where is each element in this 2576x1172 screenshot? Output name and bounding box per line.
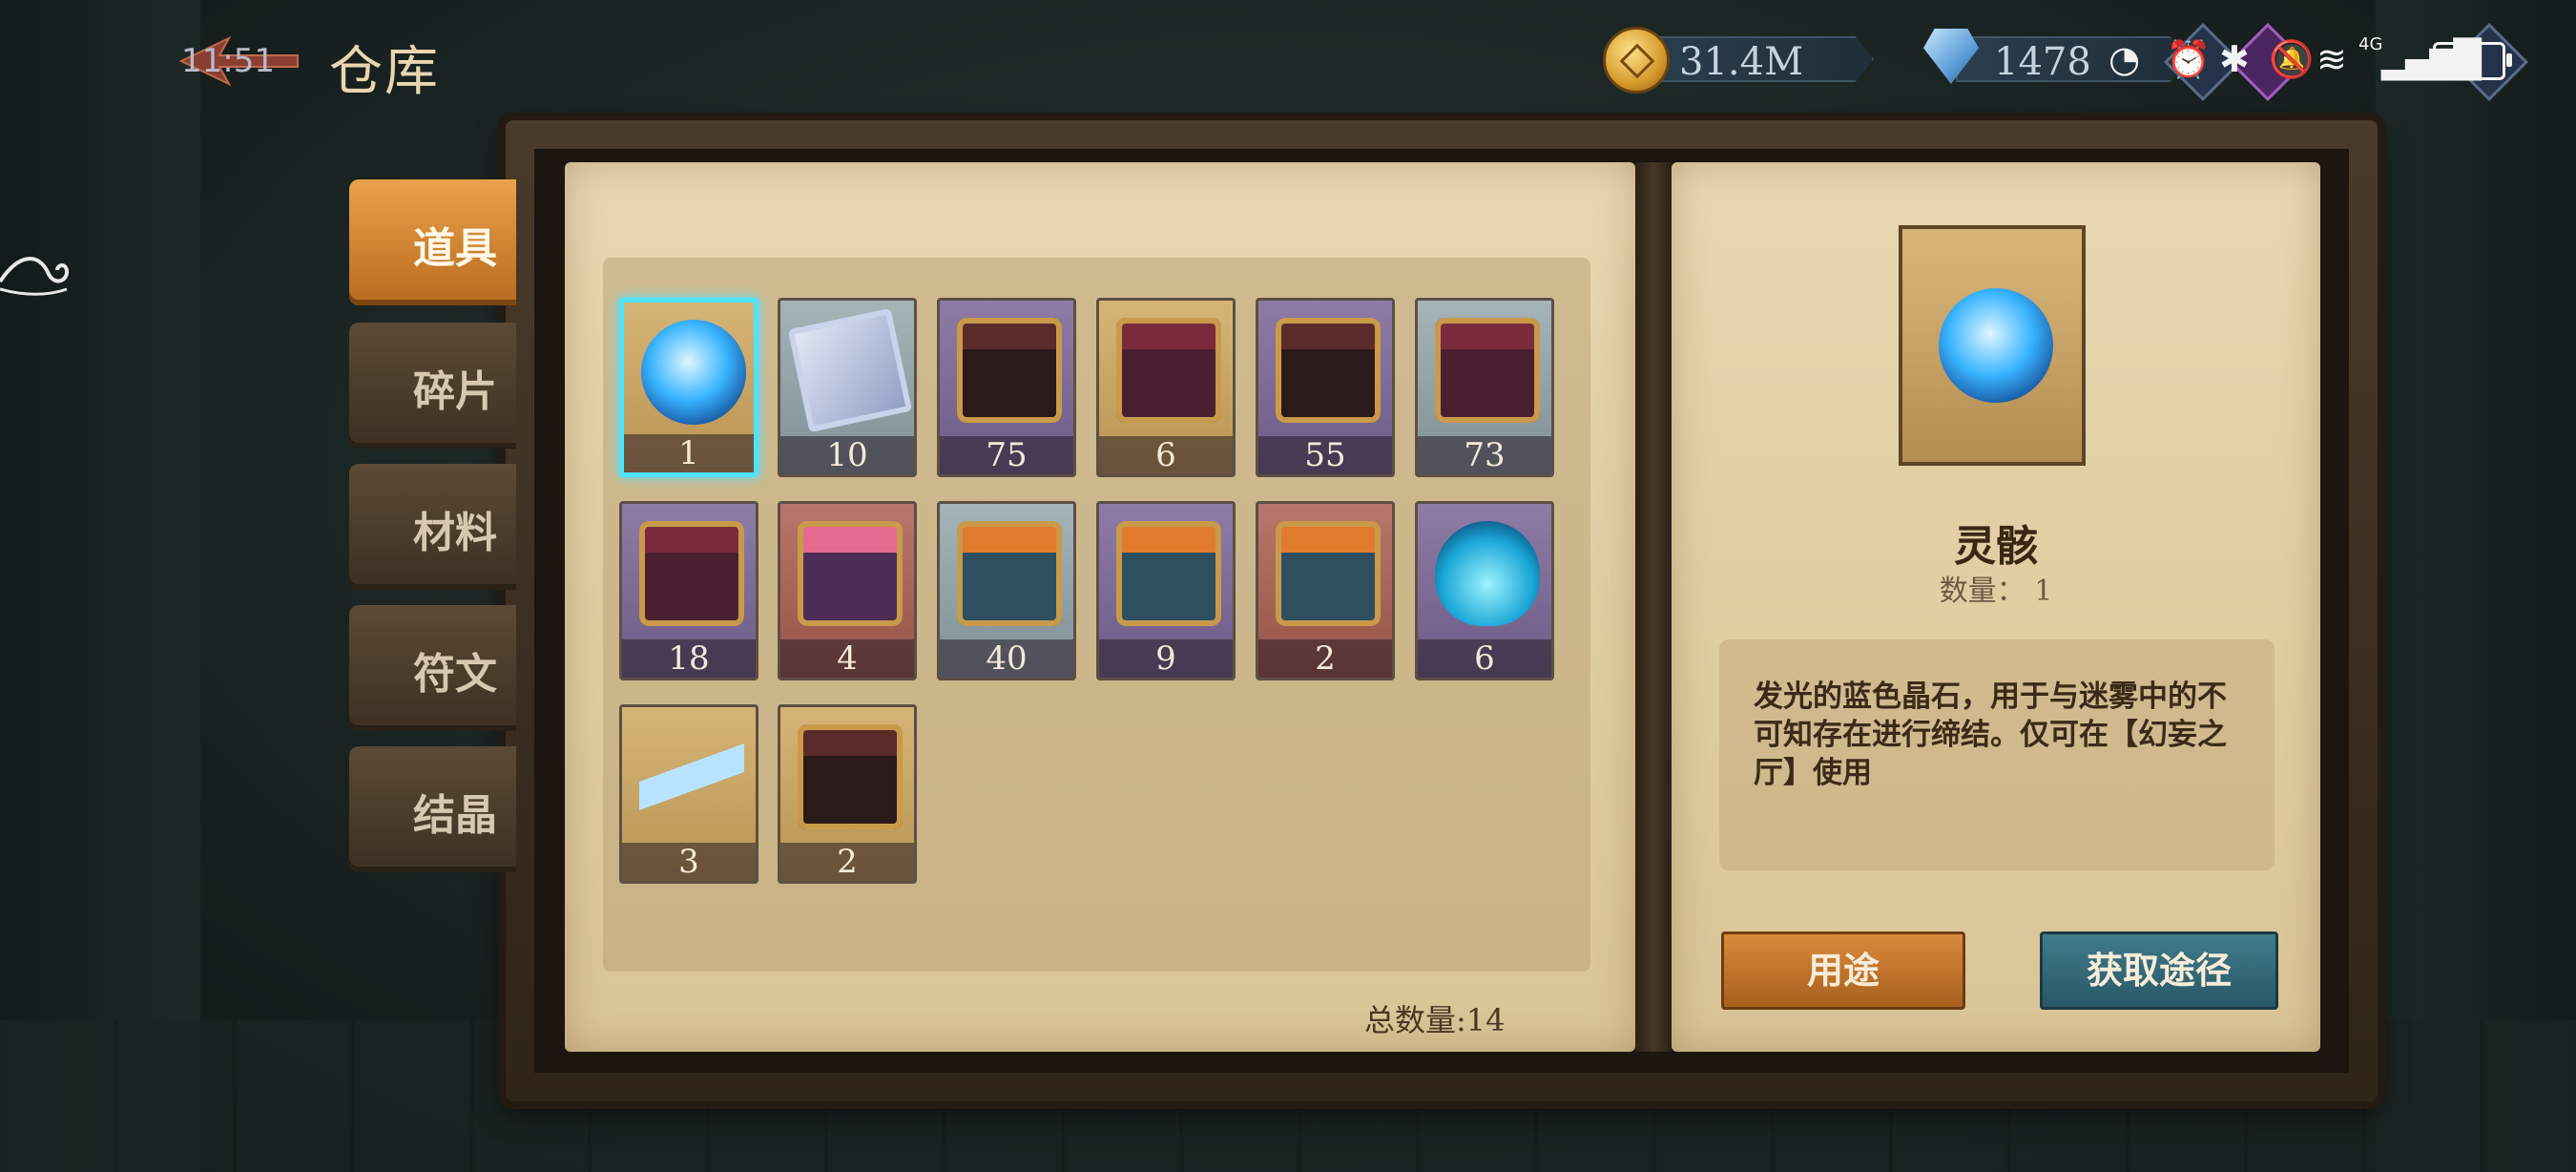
system-status-icons: ◔ ⏰ ✱ 🔕 ≋ 4G ▂▄▆█ [2099,22,2529,102]
chained-gift-box-icon [798,724,903,829]
orange-gift-box-icon [1276,521,1381,626]
vial-icon [639,724,744,829]
selected-item-card [1899,225,2086,466]
speed-icon: ◔ [2109,38,2141,80]
dark-chest-icon [957,318,1062,423]
item-slot[interactable]: 6 [1096,298,1236,477]
tab-materials[interactable]: 材料 [349,464,516,590]
item-qty: 2 [780,843,914,881]
item-slot[interactable]: 40 [937,501,1076,680]
pink-gift-box-icon [798,521,903,626]
item-slot[interactable]: 1 [619,298,758,477]
item-qty: 73 [1418,436,1551,474]
tab-fragments[interactable]: 碎片 [349,323,516,449]
item-quantity: 数量： 1 [1939,575,2053,608]
item-slot[interactable]: 9 [1096,501,1236,680]
total-count: 总数量:14 [1364,1002,1506,1038]
blue-potion-icon [1435,521,1540,626]
top-bar: 11:51 仓库 31.4M 1478 ◔ ⏰ ✱ 🔕 ≋ 4G ▂▄▆█ [0,0,2576,124]
item-qty: 6 [1099,436,1233,474]
item-description: 发光的蓝色晶石，用于与迷雾中的不可知存在进行缔结。仅可在【幻妄之厅】使用 [1754,680,2227,790]
mute-icon: 🔕 [2269,38,2315,80]
alarm-icon: ⏰ [2166,38,2212,80]
red-gift-box-icon [639,521,744,626]
item-qty: 10 [780,436,914,474]
blue-spirit-orb-icon [641,320,746,425]
item-qty: 6 [1418,639,1551,678]
orange-gift-box-icon [1116,521,1221,626]
bluetooth-icon: ✱ [2219,38,2250,80]
item-qty: 9 [1099,639,1233,678]
status-clock: 11:51 [181,42,275,80]
item-slot[interactable]: 4 [778,501,917,680]
red-chest-icon [1116,318,1221,423]
item-qty: 2 [1258,639,1392,678]
item-slot[interactable]: 55 [1256,298,1395,477]
tab-label: 道具 [413,224,497,273]
item-qty: 4 [780,639,914,678]
item-name: 灵骸 [1954,522,2038,571]
gem-value: 1478 [1994,40,2091,84]
item-qty: 75 [940,436,1073,474]
use-button[interactable]: 用途 [1721,931,1965,1010]
red-gift-box-icon [1435,318,1540,423]
tab-label: 符文 [413,650,497,699]
tab-crystals[interactable]: 结晶 [349,746,516,872]
item-qty: 18 [622,639,756,678]
dark-chest-icon [1276,318,1381,423]
tab-label: 材料 [413,509,497,557]
item-qty: 40 [940,639,1073,678]
page-title: 仓库 [329,41,440,103]
item-slot[interactable]: 6 [1415,501,1554,680]
item-slot[interactable]: 75 [937,298,1076,477]
battery-icon [2433,42,2512,80]
gold-value: 31.4M [1679,40,1804,84]
orange-gift-box-icon [957,521,1062,626]
item-qty: 55 [1258,436,1392,474]
decor-squiggle-icon [0,257,70,296]
item-slot[interactable]: 2 [778,704,917,884]
background-wall-right [2376,0,2576,1172]
item-slot[interactable]: 2 [1256,501,1395,680]
tab-label: 碎片 [413,367,497,416]
tab-runes[interactable]: 符文 [349,605,516,731]
item-qty: 3 [622,843,756,881]
wifi-icon: ≋ [2316,38,2347,80]
background-wall-left [0,0,200,1172]
item-slot[interactable]: 3 [619,704,758,884]
item-qty: 1 [624,434,754,472]
tab-label: 结晶 [413,791,497,840]
source-button[interactable]: 获取途径 [2040,931,2278,1010]
tab-items[interactable]: 道具 [349,179,516,305]
item-slot[interactable]: 10 [778,298,917,477]
item-slot[interactable]: 18 [619,501,758,680]
gold-counter: 31.4M [1603,23,1889,94]
book-spine [1635,162,1672,1052]
item-slot[interactable]: 73 [1415,298,1554,477]
network-type: 4G [2358,34,2383,54]
blue-spirit-orb-icon [1939,288,2053,403]
gold-coin-icon [1603,27,1670,94]
silver-card-icon [787,307,913,433]
